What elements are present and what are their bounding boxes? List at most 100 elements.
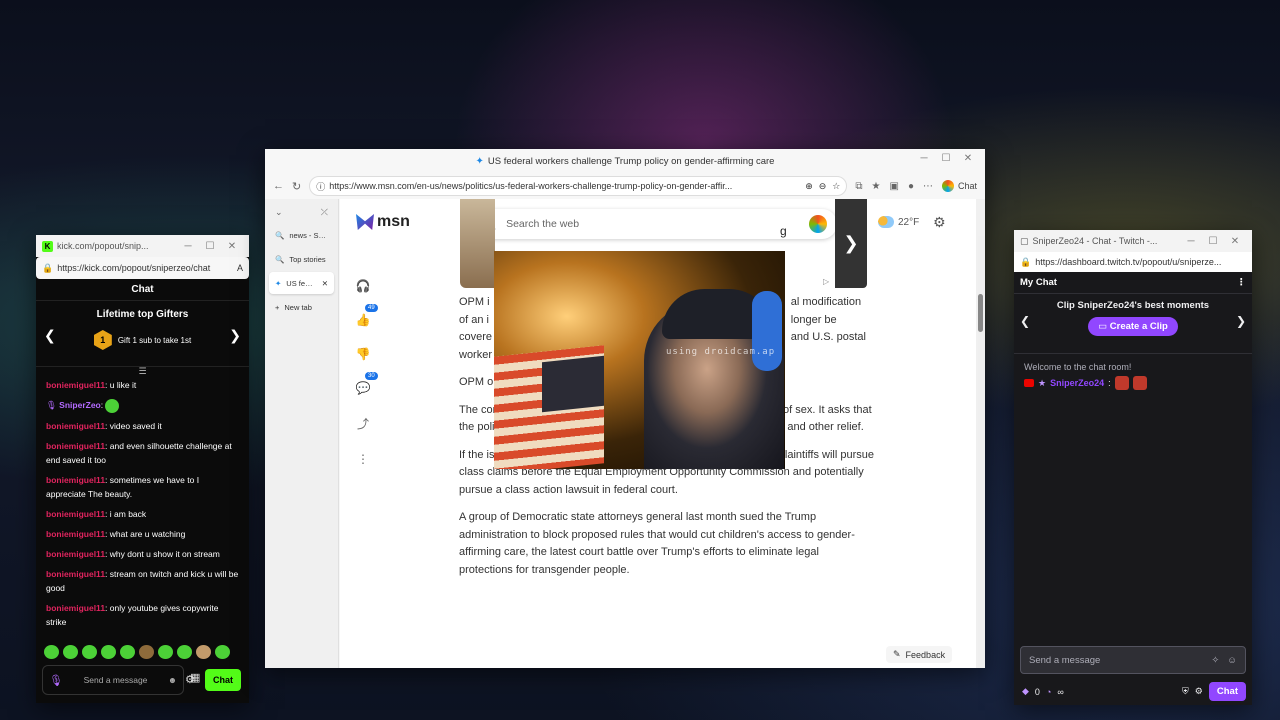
- share-icon[interactable]: ⤴: [354, 415, 372, 432]
- msn-logo[interactable]: msn: [356, 213, 410, 231]
- shield-icon[interactable]: ⛨: [1182, 686, 1189, 697]
- copilot-chat-button[interactable]: Chat: [941, 180, 977, 192]
- minimize-icon[interactable]: ─: [913, 153, 935, 164]
- chat-message: boniemiguel11: u like it: [46, 378, 239, 392]
- create-clip-button[interactable]: ▭ Create a Clip: [1088, 317, 1178, 336]
- emoji-icon[interactable]: ☺: [1227, 655, 1237, 666]
- twitch-address-bar[interactable]: 🔒 https://dashboard.twitch.tv/popout/u/s…: [1014, 252, 1252, 272]
- blocked-icon[interactable]: ⊖: [819, 181, 827, 192]
- emote-icon[interactable]: [63, 645, 78, 659]
- sparkle-icon[interactable]: ✧: [1211, 655, 1219, 666]
- copilot-icon[interactable]: [809, 215, 827, 233]
- edge-address-bar[interactable]: ⓘ https://www.msn.com/en-us/news/politic…: [309, 176, 848, 196]
- translate-icon[interactable]: ⊕: [805, 181, 813, 192]
- tab-top-stories[interactable]: 🔍 Top stories: [269, 248, 334, 270]
- close-icon[interactable]: ✕: [1224, 236, 1246, 247]
- like-icon[interactable]: 👍 49: [354, 304, 378, 327]
- settings-gear-icon[interactable]: ⚙: [933, 214, 946, 231]
- carousel-thumbnail[interactable]: [460, 199, 495, 288]
- emote-icon[interactable]: [158, 645, 173, 659]
- more-vertical-icon[interactable]: ⋮: [354, 452, 372, 466]
- unpin-icon[interactable]: ⤫: [321, 207, 328, 218]
- ad-choices-icon[interactable]: ▷: [823, 277, 829, 286]
- article-paragraph-5: A group of Democratic state attorneys ge…: [459, 511, 855, 576]
- emote-icon[interactable]: [44, 645, 59, 659]
- chat-username[interactable]: boniemiguel11: [46, 549, 105, 559]
- emote-icon[interactable]: [120, 645, 135, 659]
- new-tab-button[interactable]: + New tab: [269, 296, 334, 318]
- emote-icon[interactable]: [196, 645, 211, 659]
- maximize-icon[interactable]: ☐: [199, 241, 221, 252]
- more-vertical-icon[interactable]: ⋮: [1237, 277, 1247, 288]
- scrollbar-thumb[interactable]: [978, 294, 983, 332]
- profile-avatar-icon[interactable]: ●: [908, 181, 914, 192]
- chevron-down-icon[interactable]: ⌄: [275, 207, 283, 218]
- chevron-left-icon[interactable]: ❮: [44, 327, 56, 344]
- more-icon[interactable]: ⋯: [923, 181, 933, 192]
- chat-text: : video saved it: [105, 420, 162, 431]
- site-info-icon[interactable]: ⓘ: [316, 180, 325, 193]
- chat-username[interactable]: boniemiguel11: [46, 509, 105, 519]
- extensions-icon[interactable]: ⧉: [855, 181, 862, 192]
- twitch-titlebar: ▢ SniperZeo24 - Chat - Twitch -... ─ ☐ ✕: [1014, 230, 1252, 252]
- chat-username[interactable]: SniperZeo24: [1050, 378, 1104, 388]
- twitch-message-input[interactable]: Send a message ✧ ☺: [1020, 646, 1246, 674]
- chat-message: boniemiguel11: only youtube gives copywr…: [46, 601, 239, 629]
- chevron-left-icon[interactable]: ❮: [1020, 314, 1030, 328]
- emote-icon[interactable]: [82, 645, 97, 659]
- chevron-right-icon[interactable]: ❯: [1236, 314, 1246, 328]
- list-toggle-icon[interactable]: ☰: [36, 367, 249, 376]
- favorite-star-icon[interactable]: ☆: [832, 181, 840, 192]
- close-tab-icon[interactable]: ✕: [322, 279, 328, 288]
- maximize-icon[interactable]: ☐: [935, 153, 957, 164]
- chat-username[interactable]: boniemiguel11: [46, 421, 105, 431]
- reader-mode-icon[interactable]: A: [237, 263, 243, 273]
- kick-message-list: boniemiguel11: u like it 🎙 SniperZeo: bo…: [36, 376, 249, 637]
- tab-news-search[interactable]: 🔍 news - Sea...: [269, 224, 334, 246]
- kick-message-input[interactable]: 🎙 Send a message ☻: [42, 665, 184, 695]
- page-scrollbar[interactable]: [976, 199, 985, 668]
- edge-toolbar: ← ↻ ⓘ https://www.msn.com/en-us/news/pol…: [265, 173, 985, 199]
- minimize-icon[interactable]: ─: [1180, 236, 1202, 247]
- twitch-chat-button[interactable]: Chat: [1208, 682, 1246, 701]
- kick-settings-icon[interactable]: ⚙: [185, 673, 195, 686]
- dislike-icon[interactable]: 👎: [354, 347, 372, 361]
- bits-icon[interactable]: ◆: [1022, 686, 1029, 697]
- emote-icon: [1114, 376, 1129, 390]
- search-icon: 🔍: [275, 254, 285, 264]
- kick-chat-button[interactable]: Chat: [205, 669, 241, 691]
- close-icon[interactable]: ✕: [957, 153, 979, 164]
- emote-icon[interactable]: [139, 645, 154, 659]
- channel-points-icon[interactable]: ◔: [1046, 687, 1051, 697]
- emote-icon[interactable]: [101, 645, 116, 659]
- back-icon[interactable]: ←: [273, 180, 284, 192]
- tab-us-federal[interactable]: ✦ US fede... ✕: [269, 272, 334, 294]
- chat-username[interactable]: boniemiguel11: [46, 569, 105, 579]
- kick-address-bar[interactable]: 🔒 https://kick.com/popout/sniperzeo/chat…: [36, 257, 249, 279]
- create-clip-label: Create a Clip: [1109, 321, 1168, 332]
- emoji-icon[interactable]: ☻: [168, 675, 177, 685]
- carousel-next-button[interactable]: ❯: [835, 199, 867, 288]
- chat-username[interactable]: boniemiguel11: [46, 475, 105, 485]
- chat-username[interactable]: boniemiguel11: [46, 529, 105, 539]
- chat-username[interactable]: boniemiguel11: [46, 603, 105, 613]
- mic-icon: 🎙: [49, 674, 63, 687]
- refresh-icon[interactable]: ↻: [292, 180, 301, 193]
- emote-icon[interactable]: [177, 645, 192, 659]
- close-icon[interactable]: ✕: [221, 241, 243, 252]
- weather-widget[interactable]: 22°F: [878, 216, 919, 228]
- headphones-icon[interactable]: 🎧: [354, 279, 372, 293]
- feedback-button[interactable]: ✎ Feedback: [886, 646, 953, 663]
- settings-gear-icon[interactable]: ⚙: [1195, 686, 1203, 697]
- collections-icon[interactable]: ▣: [889, 181, 898, 192]
- chat-username[interactable]: SniperZeo: [59, 400, 101, 410]
- favorites-icon[interactable]: ★: [872, 181, 881, 192]
- chat-username[interactable]: boniemiguel11: [46, 380, 105, 390]
- emote-icon[interactable]: [215, 645, 230, 659]
- lock-icon: 🔒: [42, 262, 54, 273]
- chevron-right-icon[interactable]: ❯: [229, 327, 241, 344]
- maximize-icon[interactable]: ☐: [1202, 236, 1224, 247]
- comment-icon[interactable]: 💬 30: [354, 372, 378, 395]
- chat-username[interactable]: boniemiguel11: [46, 441, 105, 451]
- minimize-icon[interactable]: ─: [177, 241, 199, 252]
